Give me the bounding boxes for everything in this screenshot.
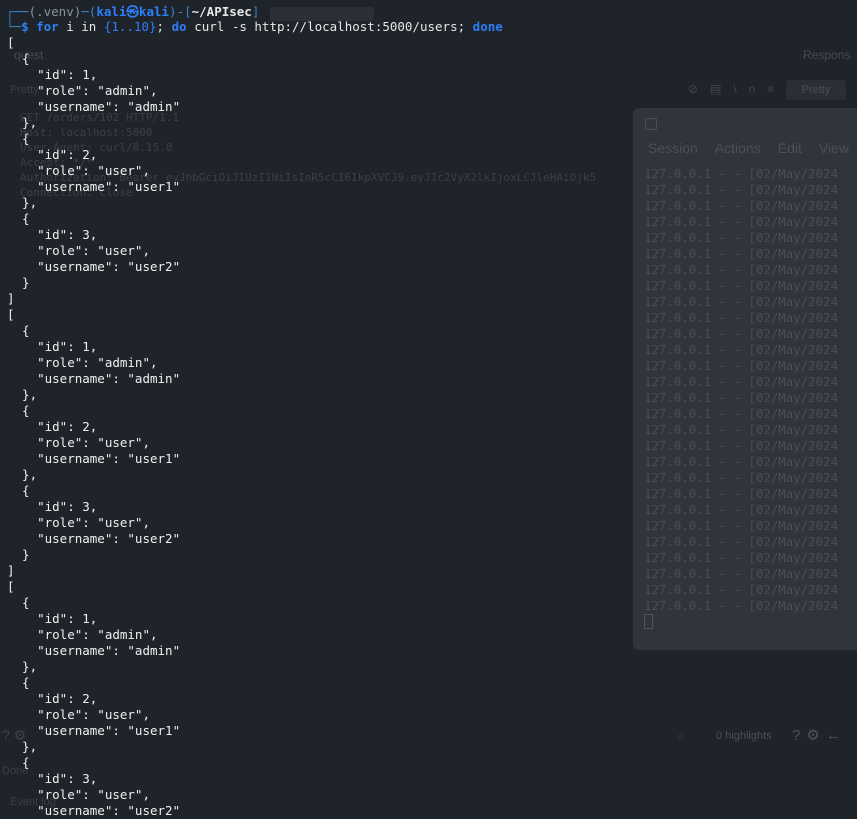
output-line: "id": 2, [7, 147, 98, 162]
output-line: [ [7, 35, 15, 50]
command-line: └─$ for i in {1..10}; do curl -s http://… [6, 19, 503, 34]
output-line: } [7, 275, 30, 290]
output-line: }, [7, 739, 38, 754]
output-line: { [7, 51, 30, 66]
output-line: ] [7, 291, 15, 306]
output-line: "role": "admin", [7, 83, 158, 98]
cmd-range: {1..10} [103, 19, 157, 34]
prompt-header: ┌──(.venv)─(kali㉿kali)-[~/APIsec] [6, 4, 260, 19]
output-line: [ [7, 579, 15, 594]
output-line: "role": "user", [7, 707, 150, 722]
cwd: ~/APIsec [191, 4, 252, 19]
output-line: "role": "admin", [7, 627, 158, 642]
output-line: "username": "user1" [7, 723, 181, 738]
output-line: { [7, 323, 30, 338]
cmd-sep: ; [156, 19, 172, 34]
output-line: "role": "admin", [7, 355, 158, 370]
output-line: [ [7, 307, 15, 322]
output-line: { [7, 403, 30, 418]
output-line: "id": 1, [7, 67, 98, 82]
cmd-done: done [472, 19, 503, 34]
output-line: "id": 3, [7, 771, 98, 786]
output-line: "id": 1, [7, 339, 98, 354]
output-line: }, [7, 659, 38, 674]
output-line: "role": "user", [7, 787, 150, 802]
output-line: { [7, 211, 30, 226]
cmd-sep2: ; [457, 19, 473, 34]
output-line: "username": "admin" [7, 643, 181, 658]
output-line: "username": "user1" [7, 179, 181, 194]
cmd-for: for [36, 19, 59, 34]
output-line: { [7, 675, 30, 690]
output-line: "username": "admin" [7, 99, 181, 114]
output-line: { [7, 131, 30, 146]
output-line: "username": "user1" [7, 451, 181, 466]
output-line: "username": "user2" [7, 803, 181, 818]
terminal[interactable]: ┌──(.venv)─(kali㉿kali)-[~/APIsec] └─$ fo… [0, 0, 857, 818]
cmd-var: i in [58, 19, 104, 34]
cmd-do: do [171, 19, 187, 34]
output-line: "role": "user", [7, 163, 150, 178]
output-line: { [7, 755, 30, 770]
output-line: "role": "user", [7, 515, 150, 530]
output-line: "id": 2, [7, 419, 98, 434]
output-line: }, [7, 115, 38, 130]
user-host: kali㉿kali [96, 4, 170, 19]
cmd-curl: curl -s http://localhost:5000/users [186, 19, 458, 34]
command-output: [ { "id": 1, "role": "admin", "username"… [7, 35, 180, 819]
output-line: ] [7, 563, 15, 578]
output-line: "role": "user", [7, 435, 150, 450]
output-line: }, [7, 195, 38, 210]
output-line: "username": "admin" [7, 371, 181, 386]
output-line: { [7, 595, 30, 610]
output-line: } [7, 547, 30, 562]
output-line: "username": "user2" [7, 259, 181, 274]
output-line: "id": 2, [7, 691, 98, 706]
output-line: "username": "user2" [7, 531, 181, 546]
output-line: "id": 3, [7, 499, 98, 514]
output-line: "id": 3, [7, 227, 98, 242]
output-line: }, [7, 467, 38, 482]
output-line: "id": 1, [7, 611, 98, 626]
output-line: }, [7, 387, 38, 402]
venv-label: (.venv) [28, 4, 82, 19]
output-line: { [7, 483, 30, 498]
output-line: "role": "user", [7, 243, 150, 258]
